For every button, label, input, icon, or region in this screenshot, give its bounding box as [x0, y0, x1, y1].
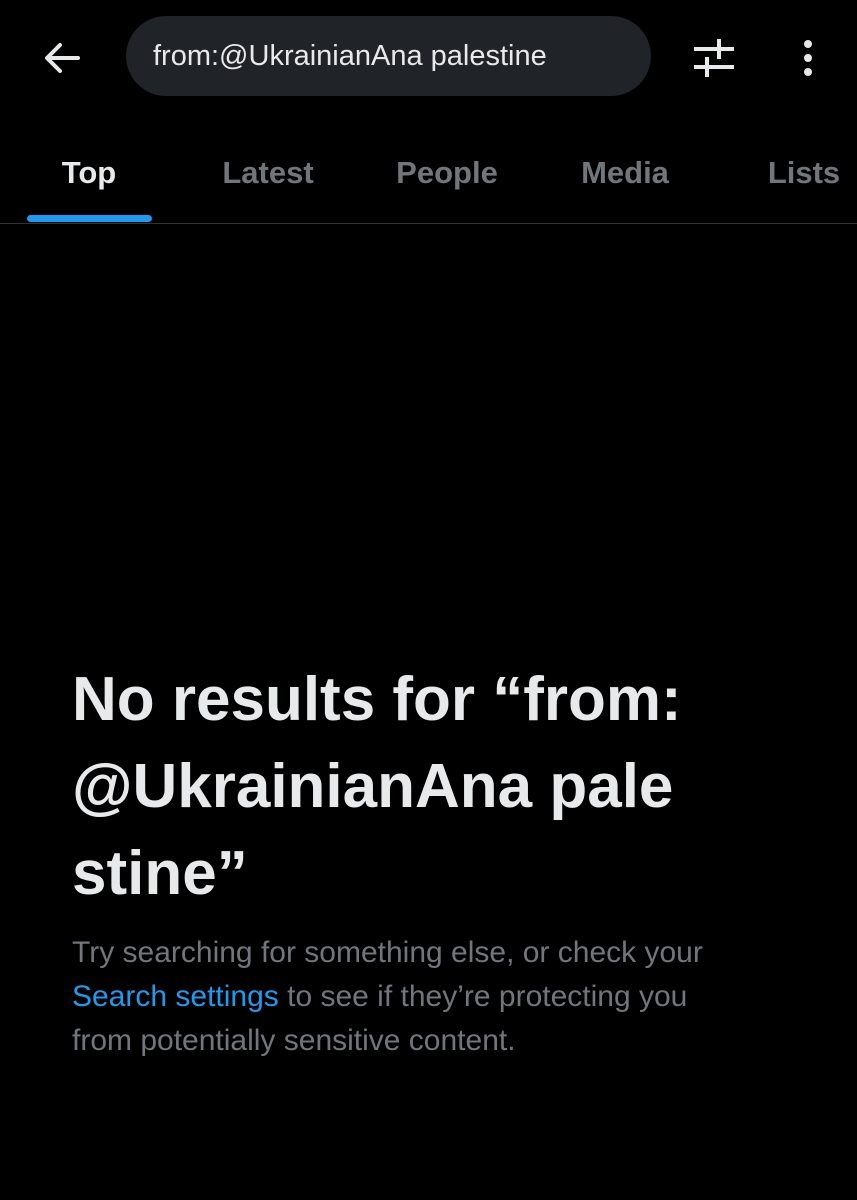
active-tab-indicator — [27, 215, 152, 222]
tab-label: Media — [581, 154, 669, 190]
more-options-button[interactable] — [780, 30, 836, 86]
top-app-bar — [0, 0, 857, 112]
sliders-icon — [694, 39, 734, 77]
tab-label: Lists — [767, 154, 841, 190]
search-input[interactable] — [153, 39, 633, 73]
empty-state-message: Try searching for something else, or che… — [72, 931, 732, 1063]
tab-label: People — [396, 154, 498, 190]
empty-state: No results for “from:@UkrainianAna pales… — [72, 656, 703, 1063]
search-bar[interactable] — [126, 16, 651, 96]
tab-label: Top — [61, 154, 117, 190]
more-vertical-icon — [804, 40, 812, 76]
empty-state-title: No results for “from:@UkrainianAna pales… — [72, 665, 682, 908]
tab-latest[interactable]: Latest — [178, 130, 358, 223]
search-tabs: Top Latest People Media Lists — [0, 130, 857, 224]
arrow-left-icon — [45, 43, 80, 73]
tab-media[interactable]: Media — [536, 130, 714, 223]
tab-lists[interactable]: Lists — [714, 130, 857, 223]
search-settings-link[interactable]: Search settings — [72, 980, 279, 1013]
tab-people[interactable]: People — [358, 130, 536, 223]
back-button[interactable] — [34, 30, 90, 86]
tab-label: Latest — [222, 154, 314, 190]
tab-top[interactable]: Top — [0, 130, 178, 223]
empty-state-text-prefix: Try searching for something else, or che… — [72, 936, 703, 969]
search-filters-button[interactable] — [686, 30, 742, 86]
